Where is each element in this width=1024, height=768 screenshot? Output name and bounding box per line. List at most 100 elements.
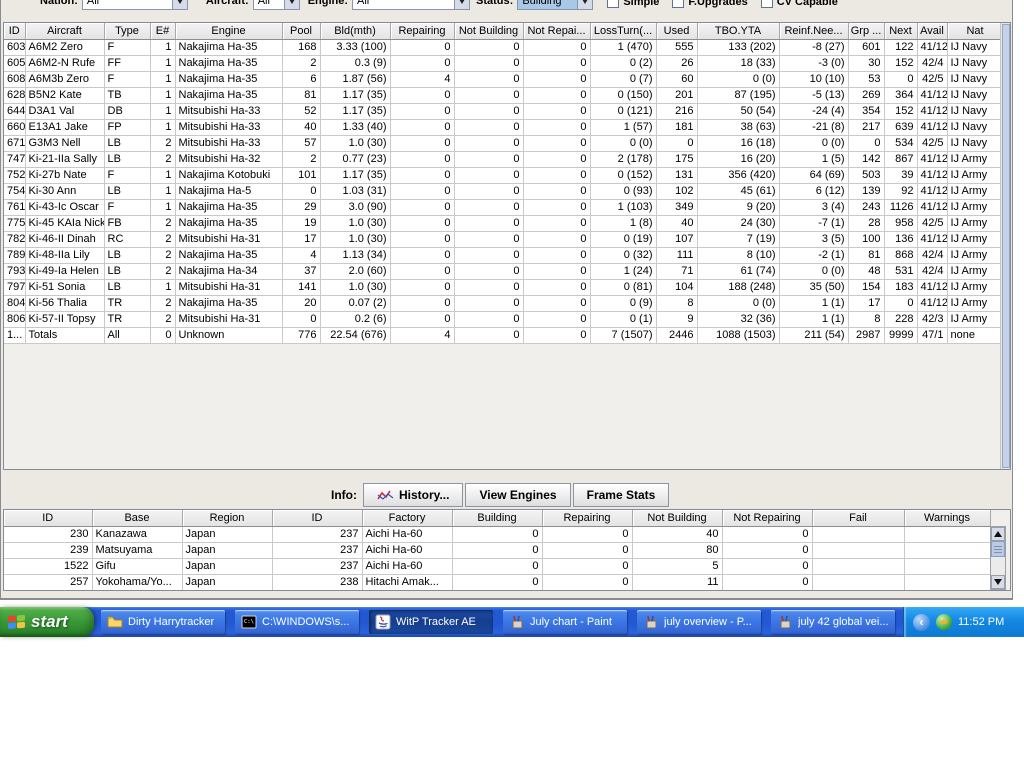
column-header[interactable]: Not Building	[632, 510, 723, 527]
table-cell: 22.54 (676)	[320, 327, 391, 344]
vertical-scrollbar[interactable]	[990, 526, 1006, 590]
table-cell: 41/12	[917, 279, 948, 296]
scroll-up-button[interactable]	[991, 527, 1005, 541]
table-row[interactable]: 806 Ki-57-II Topsy TR 2 Mitsubishi Ha-31 0 0.2…	[4, 311, 1004, 328]
column-header[interactable]: Avail	[917, 23, 948, 40]
column-header[interactable]: Grp ...	[848, 23, 885, 40]
cvcapable-checkbox[interactable]: CV Capable	[760, 0, 838, 8]
table-cell: Ki-51 Sonia	[25, 279, 105, 296]
column-header[interactable]: Not Repai...	[523, 23, 591, 40]
history-button[interactable]: History...	[363, 483, 464, 507]
table-row[interactable]: 239 Matsuyama Japan 237 Aichi Ha-60 0 0 80 0	[4, 542, 991, 559]
column-header[interactable]: Aircraft	[25, 23, 105, 40]
column-header[interactable]: ID	[4, 510, 93, 527]
column-header[interactable]: Building	[452, 510, 543, 527]
table-row[interactable]: 747 Ki-21-IIa Sally LB 2 Mitsubishi Ha-32 2 0.…	[4, 151, 1004, 168]
table-row[interactable]: 775 Ki-45 KAIa Nick FB 2 Nakajima Ha-35 19 1.0…	[4, 215, 1004, 232]
table-cell: 0	[452, 558, 543, 575]
taskbar-task-witp-tracker[interactable]: WitP Tracker AE	[369, 610, 493, 634]
checkbox-icon[interactable]	[672, 0, 685, 8]
fupgrades-checkbox[interactable]: F.Upgrades	[672, 0, 748, 8]
checkbox-icon[interactable]	[760, 0, 773, 8]
table-row[interactable]: 644 D3A1 Val DB 1 Mitsubishi Ha-33 52 1.17 (35…	[4, 103, 1004, 120]
status-dropdown[interactable]: Building	[517, 0, 594, 10]
table-row[interactable]: 754 Ki-30 Ann LB 1 Nakajima Ha-5 0 1.03 (31) 0 0…	[4, 183, 1004, 200]
table-cell: 0	[848, 135, 885, 152]
column-header[interactable]: Not Repairing	[722, 510, 813, 527]
column-header[interactable]: Base	[92, 510, 183, 527]
table-row[interactable]: 1522 Gifu Japan 237 Aichi Ha-60 0 0 5 0	[4, 558, 991, 575]
table-row[interactable]: 761 Ki-43-Ic Oscar F 1 Nakajima Ha-35 29 3.0 (…	[4, 199, 1004, 216]
taskbar-task-command-prompt[interactable]: C:\ C:\WINDOWS\s...	[235, 610, 359, 634]
table-row[interactable]: 804 Ki-56 Thalia TR 2 Nakajima Ha-35 20 0.07 (…	[4, 295, 1004, 312]
table-row[interactable]: 660 E13A1 Jake FP 1 Mitsubishi Ha-33 40 1.33 (…	[4, 119, 1004, 136]
tray-app-icon[interactable]	[936, 614, 952, 630]
column-header[interactable]: Repairing	[390, 23, 455, 40]
table-row[interactable]: 608 A6M3b Zero F 1 Nakajima Ha-35 6 1.87 (56) 4…	[4, 71, 1004, 88]
table-cell: 9999	[884, 327, 918, 344]
hide-icons-chevron-icon[interactable]: ‹	[913, 613, 930, 631]
column-header[interactable]: E#	[150, 23, 176, 40]
taskbar-task-dirty-harrytracker[interactable]: Dirty Harrytracker	[101, 610, 225, 634]
checkbox-icon[interactable]	[607, 0, 620, 8]
table-row[interactable]: 671 G3M3 Nell LB 2 Mitsubishi Ha-33 57 1.0 (30…	[4, 135, 1004, 152]
table-row[interactable]: 789 Ki-48-IIa Lily LB 2 Nakajima Ha-35 4 1.13 …	[4, 247, 1004, 264]
column-header[interactable]: Warnings	[904, 510, 991, 527]
table-row[interactable]: 628 B5N2 Kate TB 1 Nakajima Ha-35 81 1.17 (35)…	[4, 87, 1004, 104]
table-cell: 20	[282, 295, 321, 312]
column-header[interactable]: Repairing	[542, 510, 633, 527]
table-row[interactable]: 257 Yokohama/Yo... Japan 238 Hitachi Amak...…	[4, 574, 991, 590]
chevron-down-icon[interactable]	[577, 0, 593, 9]
table-row[interactable]: 793 Ki-49-Ia Helen LB 2 Nakajima Ha-34 37 2.0 …	[4, 263, 1004, 280]
table-cell	[904, 526, 991, 543]
column-header[interactable]: Type	[104, 23, 151, 40]
view-engines-button[interactable]: View Engines	[465, 483, 571, 507]
aircraft-dropdown[interactable]: All	[252, 0, 300, 10]
chevron-down-icon[interactable]	[283, 0, 299, 9]
engine-dropdown[interactable]: All	[352, 0, 471, 10]
taskbar-task-july-chart-paint[interactable]: July chart - Paint	[503, 610, 627, 634]
scroll-down-button[interactable]	[991, 575, 1005, 589]
column-header[interactable]: TBO.YTA	[697, 23, 780, 40]
table-row[interactable]: 603 A6M2 Zero F 1 Nakajima Ha-35 168 3.33 (100…	[4, 39, 1004, 56]
table-row[interactable]: 782 Ki-46-II Dinah RC 2 Mitsubishi Ha-31 17 1.…	[4, 231, 1004, 248]
table-row[interactable]: 605 A6M2-N Rufe FF 1 Nakajima Ha-35 2 0.3 (9) 0…	[4, 55, 1004, 72]
table-row[interactable]: 752 Ki-27b Nate F 1 Nakajima Kotobuki 101 1.17…	[4, 167, 1004, 184]
table-cell: -5 (13)	[779, 87, 849, 104]
chevron-down-icon[interactable]	[171, 0, 187, 9]
column-header[interactable]: Pool	[282, 23, 321, 40]
taskbar-task-july-overview-paint[interactable]: july overview - P...	[637, 610, 761, 634]
column-header[interactable]: Reinf.Nee...	[779, 23, 849, 40]
column-header[interactable]: Region	[182, 510, 273, 527]
column-header[interactable]: Nat	[947, 23, 1004, 40]
table-row[interactable]: 797 Ki-51 Sonia LB 1 Mitsubishi Ha-31 141 1.0 …	[4, 279, 1004, 296]
table-cell: 243	[848, 199, 885, 216]
column-header[interactable]: Next	[884, 23, 918, 40]
column-header[interactable]: Factory	[362, 510, 453, 527]
frame-stats-button[interactable]: Frame Stats	[572, 483, 670, 507]
simple-checkbox[interactable]: Simple	[607, 0, 659, 8]
scrollbar-thumb[interactable]	[1002, 24, 1010, 468]
scrollbar-thumb[interactable]	[991, 541, 1005, 557]
column-header[interactable]: Used	[656, 23, 698, 40]
start-button[interactable]: start	[0, 607, 94, 637]
table-row[interactable]: 1... Totals All 0 Unknown 776 22.54 (676) 4 0 0 7 …	[4, 327, 1004, 344]
column-header[interactable]: Fail	[812, 510, 905, 527]
table-cell: 761	[4, 199, 26, 216]
taskbar-task-july-42-global-paint[interactable]: july 42 global vei...	[771, 610, 895, 634]
table-cell: 1	[150, 55, 176, 72]
table-cell: 122	[884, 39, 918, 56]
table-row[interactable]: 230 Kanazawa Japan 237 Aichi Ha-60 0 0 40 0	[4, 526, 991, 543]
table-cell: 531	[884, 263, 918, 280]
column-header[interactable]: LossTurn(...	[590, 23, 657, 40]
column-header[interactable]: ID	[4, 23, 26, 40]
table-cell: FB	[104, 215, 151, 232]
column-header[interactable]: ID	[272, 510, 363, 527]
chevron-down-icon[interactable]	[454, 0, 470, 9]
column-header[interactable]: Engine	[175, 23, 283, 40]
table-cell: 0	[454, 135, 524, 152]
column-header[interactable]: Not Building	[454, 23, 524, 40]
vertical-scrollbar[interactable]	[1000, 23, 1010, 469]
column-header[interactable]: Bld(mth)	[320, 23, 391, 40]
nation-dropdown[interactable]: All	[81, 0, 188, 10]
